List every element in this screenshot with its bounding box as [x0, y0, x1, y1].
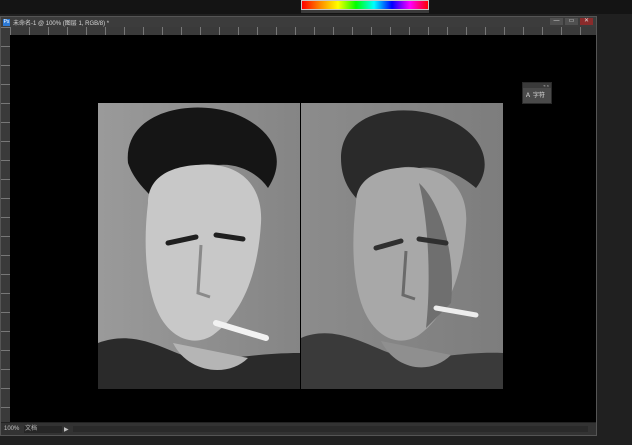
- minimize-button[interactable]: —: [550, 18, 563, 25]
- color-picker-spectrum[interactable]: [301, 0, 429, 10]
- window-controls: — ▭ ✕: [550, 18, 593, 25]
- color-picker-base: [301, 10, 429, 13]
- painted-study: [301, 103, 503, 389]
- close-button[interactable]: ✕: [580, 18, 593, 25]
- character-panel-label[interactable]: 字符: [533, 90, 545, 99]
- document-info[interactable]: 文档: [24, 425, 62, 433]
- info-arrow-icon[interactable]: ▶: [64, 426, 69, 433]
- horizontal-scrollbar[interactable]: [72, 426, 588, 432]
- character-panel[interactable]: « × Ａ 字符: [522, 82, 552, 104]
- restore-button[interactable]: ▭: [565, 18, 578, 25]
- vertical-ruler[interactable]: [1, 27, 10, 423]
- document-tab-title[interactable]: 未命名-1 @ 100% (图层 1, RGB/8) *: [13, 18, 109, 27]
- photoshop-icon: Ps: [3, 18, 10, 26]
- document-window: Ps 未命名-1 @ 100% (图层 1, RGB/8) * — ▭ ✕ « …: [0, 16, 597, 436]
- reference-photo: [98, 103, 300, 389]
- document-titlebar[interactable]: Ps 未命名-1 @ 100% (图层 1, RGB/8) * — ▭ ✕: [1, 17, 596, 27]
- status-bar: 100% 文档 ▶: [1, 422, 596, 435]
- zoom-level[interactable]: 100%: [4, 426, 21, 432]
- character-icon: Ａ: [525, 93, 532, 99]
- horizontal-ruler[interactable]: [10, 27, 596, 35]
- artwork-image: [98, 103, 503, 389]
- canvas[interactable]: « × Ａ 字符: [10, 35, 596, 423]
